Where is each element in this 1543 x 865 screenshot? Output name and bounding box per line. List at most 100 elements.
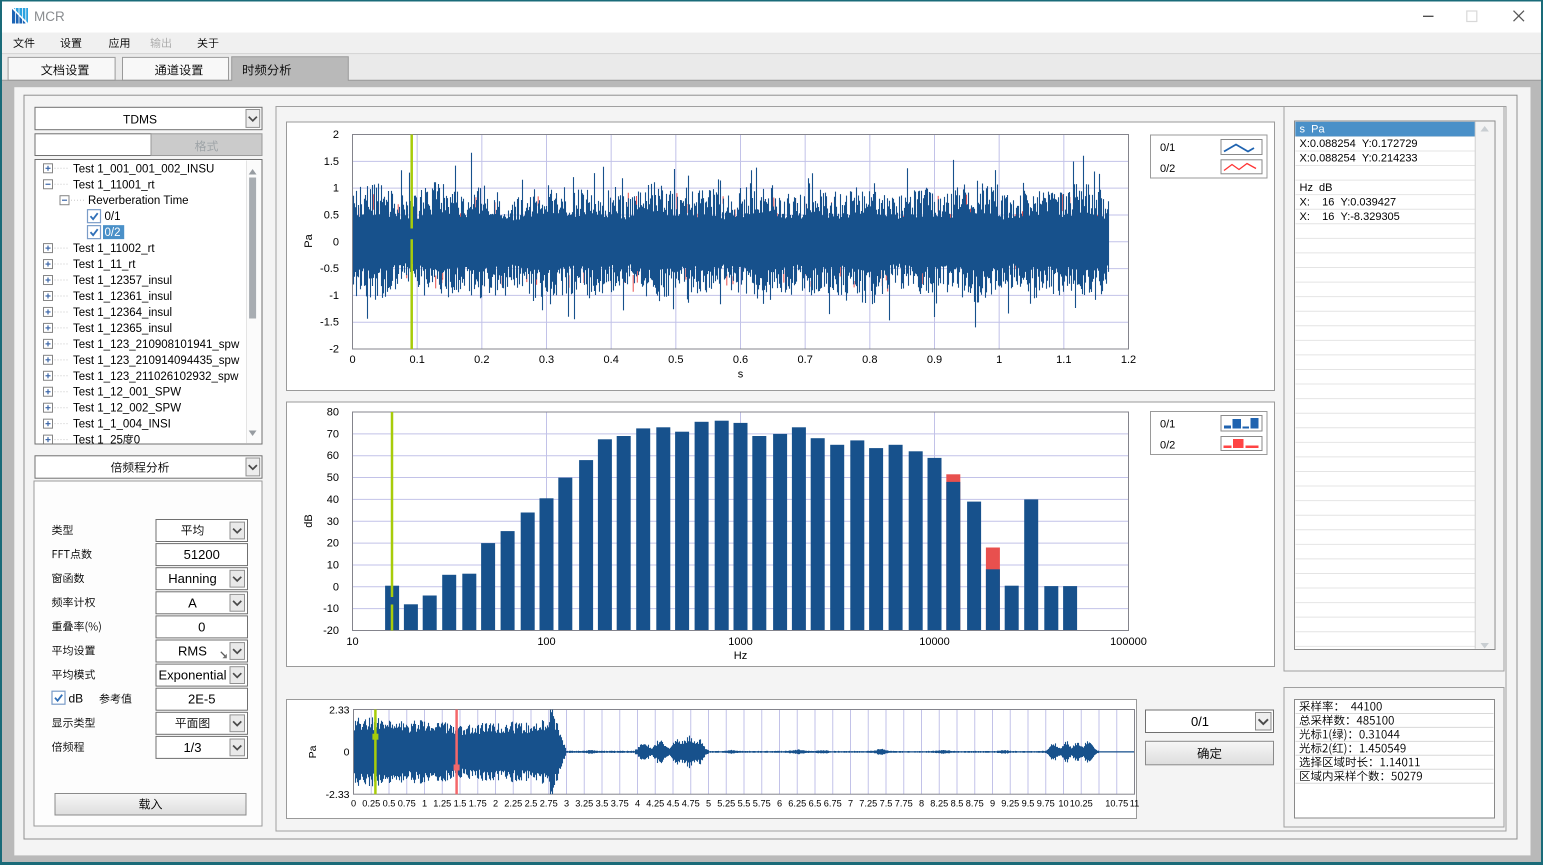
svg-text:Test 1_123_210914094435_spw: Test 1_123_210914094435_spw [73,355,240,367]
svg-text:Test 1_12365_insul: Test 1_12365_insul [73,323,172,335]
svg-text:0.5: 0.5 [383,799,396,809]
svg-text:5.75: 5.75 [753,799,771,809]
svg-text:0/1: 0/1 [1160,419,1175,431]
svg-text:1000: 1000 [728,636,752,648]
svg-text:0.6: 0.6 [733,354,748,366]
svg-text:0/2: 0/2 [1160,440,1175,452]
svg-text:0.9: 0.9 [927,354,942,366]
svg-text:0: 0 [333,581,339,593]
svg-text:Test 1_12_002_SPW: Test 1_12_002_SPW [73,403,181,415]
svg-text:-1.5: -1.5 [320,317,339,329]
svg-text:Test 1_12361_insul: Test 1_12361_insul [73,291,172,303]
svg-text:1.25: 1.25 [433,799,451,809]
svg-text:0: 0 [344,747,350,759]
svg-text:20: 20 [327,538,339,550]
svg-text:0/1: 0/1 [1191,714,1209,729]
svg-text:1.5: 1.5 [454,799,467,809]
svg-text:-2.33: -2.33 [326,789,350,801]
svg-text:Pa: Pa [307,745,319,758]
svg-text:3: 3 [564,799,569,809]
svg-text:51200: 51200 [184,547,220,562]
svg-text:8: 8 [919,799,924,809]
svg-text:30: 30 [327,516,339,528]
svg-text:2E-5: 2E-5 [188,692,215,707]
svg-text:2.5: 2.5 [525,799,538,809]
svg-text:0.1: 0.1 [410,354,425,366]
svg-text:3.75: 3.75 [611,799,629,809]
svg-text:40: 40 [327,494,339,506]
svg-text:1: 1 [333,183,339,195]
svg-text:8.5: 8.5 [951,799,964,809]
svg-text:10000: 10000 [919,636,950,648]
svg-text:50: 50 [327,472,339,484]
svg-text:s Pa: s Pa [1300,124,1326,136]
svg-text:2.25: 2.25 [504,799,522,809]
svg-text:10.25: 10.25 [1070,799,1093,809]
svg-text:60: 60 [327,450,339,462]
svg-text:0/1: 0/1 [105,211,121,223]
svg-text:9.25: 9.25 [1001,799,1019,809]
svg-text:9.5: 9.5 [1022,799,1035,809]
svg-text:0: 0 [349,354,355,366]
svg-text:2: 2 [493,799,498,809]
svg-text:1.75: 1.75 [469,799,487,809]
svg-text:7: 7 [848,799,853,809]
svg-text:X: 16 Y:0.039427: X: 16 Y:0.039427 [1300,196,1397,208]
svg-text:0: 0 [351,799,356,809]
svg-text:0/2: 0/2 [105,227,121,239]
svg-text:6.5: 6.5 [809,799,822,809]
svg-text:6: 6 [777,799,782,809]
svg-text:A: A [188,595,197,610]
svg-text:9.75: 9.75 [1037,799,1055,809]
svg-text:0: 0 [198,619,205,634]
svg-text:10: 10 [327,559,339,571]
svg-text:100: 100 [537,636,555,648]
svg-text:-20: -20 [323,625,339,637]
svg-text:0.8: 0.8 [862,354,877,366]
svg-text:-1: -1 [329,290,339,302]
svg-text:Hz dB: Hz dB [1300,182,1333,194]
svg-text:-2: -2 [329,344,339,356]
svg-text:Test 1_123_211026102932_spw: Test 1_123_211026102932_spw [73,371,239,383]
svg-text:0.75: 0.75 [398,799,416,809]
svg-text:X: 16 Y:-8.329305: X: 16 Y:-8.329305 [1300,211,1400,223]
svg-text:2.33: 2.33 [329,705,350,717]
svg-text:100000: 100000 [1110,636,1147,648]
svg-text:0/2: 0/2 [1160,163,1175,175]
svg-text:1: 1 [422,799,427,809]
svg-text:s: s [738,369,744,381]
svg-text:1.2: 1.2 [1121,354,1136,366]
svg-text:10: 10 [346,636,358,648]
svg-text:X:0.088254 Y:0.214233: X:0.088254 Y:0.214233 [1300,153,1418,165]
svg-text:0: 0 [333,236,339,248]
svg-text:7.25: 7.25 [859,799,877,809]
svg-text:Test 1_1_004_INSI: Test 1_1_004_INSI [73,419,171,431]
svg-text:Hanning: Hanning [168,571,216,586]
svg-text:5: 5 [706,799,711,809]
svg-text:4.25: 4.25 [646,799,664,809]
svg-text:Exponential: Exponential [159,668,227,683]
svg-text:Test 1_123_210908101941_spw: Test 1_123_210908101941_spw [73,339,240,351]
svg-text:0.3: 0.3 [539,354,554,366]
svg-text:Test 1_11_rt: Test 1_11_rt [73,259,136,271]
svg-text:4: 4 [635,799,640,809]
svg-text:2: 2 [333,129,339,141]
svg-text:Test 1_12357_insul: Test 1_12357_insul [73,275,172,287]
svg-text:Test 1_11001_rt: Test 1_11001_rt [73,179,155,191]
svg-text:10.75: 10.75 [1105,799,1128,809]
svg-text:6.25: 6.25 [788,799,806,809]
svg-text:70: 70 [327,428,339,440]
svg-text:7.75: 7.75 [895,799,913,809]
svg-text:1.1: 1.1 [1056,354,1071,366]
svg-text:2.75: 2.75 [540,799,558,809]
svg-text:3.25: 3.25 [575,799,593,809]
svg-text:5.25: 5.25 [717,799,735,809]
svg-text:X:0.088254 Y:0.172729: X:0.088254 Y:0.172729 [1300,138,1418,150]
svg-text:-10: -10 [323,603,339,615]
svg-text:TDMS: TDMS [123,112,157,126]
svg-text:Hz: Hz [734,650,747,662]
svg-text:1: 1 [996,354,1002,366]
svg-text:Reverberation Time: Reverberation Time [88,195,189,207]
svg-text:0.2: 0.2 [474,354,489,366]
svg-text:7.5: 7.5 [880,799,893,809]
